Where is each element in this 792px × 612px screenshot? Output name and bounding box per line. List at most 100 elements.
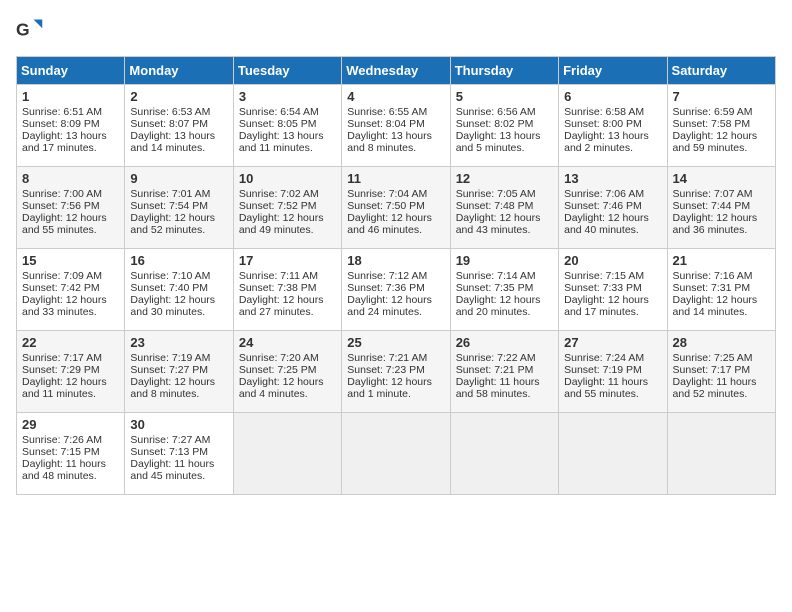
header-row: Sunday Monday Tuesday Wednesday Thursday… <box>17 57 776 85</box>
daylight: Daylight: 12 hours and 36 minutes. <box>673 212 758 236</box>
day-number: 11 <box>347 171 444 186</box>
calendar-cell: 6Sunrise: 6:58 AMSunset: 8:00 PMDaylight… <box>559 85 667 167</box>
calendar-cell: 10Sunrise: 7:02 AMSunset: 7:52 PMDayligh… <box>233 167 341 249</box>
calendar-cell: 29Sunrise: 7:26 AMSunset: 7:15 PMDayligh… <box>17 413 125 495</box>
day-number: 13 <box>564 171 661 186</box>
sunrise: Sunrise: 7:15 AM <box>564 270 644 282</box>
daylight: Daylight: 11 hours and 52 minutes. <box>673 376 757 400</box>
sunrise: Sunrise: 7:24 AM <box>564 352 644 364</box>
sunrise: Sunrise: 7:10 AM <box>130 270 210 282</box>
daylight: Daylight: 11 hours and 58 minutes. <box>456 376 540 400</box>
daylight: Daylight: 13 hours and 8 minutes. <box>347 130 432 154</box>
daylight: Daylight: 13 hours and 2 minutes. <box>564 130 649 154</box>
calendar-cell: 3Sunrise: 6:54 AMSunset: 8:05 PMDaylight… <box>233 85 341 167</box>
day-number: 12 <box>456 171 553 186</box>
day-number: 5 <box>456 89 553 104</box>
sunset: Sunset: 7:58 PM <box>673 118 751 130</box>
daylight: Daylight: 12 hours and 40 minutes. <box>564 212 649 236</box>
daylight: Daylight: 12 hours and 4 minutes. <box>239 376 324 400</box>
sunrise: Sunrise: 7:12 AM <box>347 270 427 282</box>
sunset: Sunset: 7:56 PM <box>22 200 100 212</box>
sunset: Sunset: 7:52 PM <box>239 200 317 212</box>
day-number: 3 <box>239 89 336 104</box>
calendar-cell: 13Sunrise: 7:06 AMSunset: 7:46 PMDayligh… <box>559 167 667 249</box>
calendar-week-5: 29Sunrise: 7:26 AMSunset: 7:15 PMDayligh… <box>17 413 776 495</box>
day-number: 7 <box>673 89 770 104</box>
daylight: Daylight: 13 hours and 11 minutes. <box>239 130 324 154</box>
sunrise: Sunrise: 7:25 AM <box>673 352 753 364</box>
daylight: Daylight: 12 hours and 14 minutes. <box>673 294 758 318</box>
calendar-cell: 25Sunrise: 7:21 AMSunset: 7:23 PMDayligh… <box>342 331 450 413</box>
sunset: Sunset: 7:48 PM <box>456 200 534 212</box>
sunrise: Sunrise: 7:20 AM <box>239 352 319 364</box>
calendar-cell <box>450 413 558 495</box>
day-number: 15 <box>22 253 119 268</box>
sunrise: Sunrise: 6:55 AM <box>347 106 427 118</box>
col-sunday: Sunday <box>17 57 125 85</box>
calendar-cell: 21Sunrise: 7:16 AMSunset: 7:31 PMDayligh… <box>667 249 775 331</box>
day-number: 4 <box>347 89 444 104</box>
sunrise: Sunrise: 7:14 AM <box>456 270 536 282</box>
calendar-cell: 4 Sunrise: 6:55 AMSunset: 8:04 PMDaylight… <box>342 85 450 167</box>
sunset: Sunset: 7:13 PM <box>130 446 208 458</box>
daylight: Daylight: 11 hours and 48 minutes. <box>22 458 106 482</box>
col-tuesday: Tuesday <box>233 57 341 85</box>
sunset: Sunset: 7:17 PM <box>673 364 751 376</box>
day-number: 22 <box>22 335 119 350</box>
daylight: Daylight: 12 hours and 24 minutes. <box>347 294 432 318</box>
sunrise: Sunrise: 6:58 AM <box>564 106 644 118</box>
calendar-cell: 20Sunrise: 7:15 AMSunset: 7:33 PMDayligh… <box>559 249 667 331</box>
daylight: Daylight: 12 hours and 33 minutes. <box>22 294 107 318</box>
daylight: Daylight: 11 hours and 45 minutes. <box>130 458 214 482</box>
sunrise: Sunrise: 7:16 AM <box>673 270 753 282</box>
sunrise: Sunrise: 7:01 AM <box>130 188 210 200</box>
sunset: Sunset: 7:29 PM <box>22 364 100 376</box>
sunrise: Sunrise: 7:05 AM <box>456 188 536 200</box>
col-friday: Friday <box>559 57 667 85</box>
calendar-cell <box>233 413 341 495</box>
calendar-cell: 28Sunrise: 7:25 AMSunset: 7:17 PMDayligh… <box>667 331 775 413</box>
daylight: Daylight: 11 hours and 55 minutes. <box>564 376 648 400</box>
calendar-table: Sunday Monday Tuesday Wednesday Thursday… <box>16 56 776 495</box>
sunset: Sunset: 7:31 PM <box>673 282 751 294</box>
day-number: 18 <box>347 253 444 268</box>
day-number: 20 <box>564 253 661 268</box>
sunset: Sunset: 8:04 PM <box>347 118 425 130</box>
calendar-week-1: 1Sunrise: 6:51 AMSunset: 8:09 PMDaylight… <box>17 85 776 167</box>
sunrise: Sunrise: 7:21 AM <box>347 352 427 364</box>
daylight: Daylight: 12 hours and 30 minutes. <box>130 294 215 318</box>
sunset: Sunset: 8:09 PM <box>22 118 100 130</box>
day-number: 23 <box>130 335 227 350</box>
calendar-cell: 14Sunrise: 7:07 AMSunset: 7:44 PMDayligh… <box>667 167 775 249</box>
sunset: Sunset: 8:02 PM <box>456 118 534 130</box>
calendar-cell: 17Sunrise: 7:11 AMSunset: 7:38 PMDayligh… <box>233 249 341 331</box>
sunrise: Sunrise: 7:27 AM <box>130 434 210 446</box>
sunrise: Sunrise: 6:54 AM <box>239 106 319 118</box>
col-monday: Monday <box>125 57 233 85</box>
sunset: Sunset: 7:19 PM <box>564 364 642 376</box>
sunset: Sunset: 7:50 PM <box>347 200 425 212</box>
sunrise: Sunrise: 7:26 AM <box>22 434 102 446</box>
daylight: Daylight: 12 hours and 52 minutes. <box>130 212 215 236</box>
sunrise: Sunrise: 7:11 AM <box>239 270 318 282</box>
calendar-week-4: 22Sunrise: 7:17 AMSunset: 7:29 PMDayligh… <box>17 331 776 413</box>
calendar-cell: 26Sunrise: 7:22 AMSunset: 7:21 PMDayligh… <box>450 331 558 413</box>
sunrise: Sunrise: 7:06 AM <box>564 188 644 200</box>
day-number: 30 <box>130 417 227 432</box>
calendar-cell: 15Sunrise: 7:09 AMSunset: 7:42 PMDayligh… <box>17 249 125 331</box>
daylight: Daylight: 12 hours and 20 minutes. <box>456 294 541 318</box>
calendar-week-3: 15Sunrise: 7:09 AMSunset: 7:42 PMDayligh… <box>17 249 776 331</box>
day-number: 24 <box>239 335 336 350</box>
daylight: Daylight: 13 hours and 5 minutes. <box>456 130 541 154</box>
daylight: Daylight: 12 hours and 27 minutes. <box>239 294 324 318</box>
logo-icon: G <box>16 16 44 44</box>
sunrise: Sunrise: 7:09 AM <box>22 270 102 282</box>
sunrise: Sunrise: 7:07 AM <box>673 188 753 200</box>
sunset: Sunset: 7:40 PM <box>130 282 208 294</box>
calendar-cell: 23Sunrise: 7:19 AMSunset: 7:27 PMDayligh… <box>125 331 233 413</box>
col-thursday: Thursday <box>450 57 558 85</box>
calendar-cell: 12Sunrise: 7:05 AMSunset: 7:48 PMDayligh… <box>450 167 558 249</box>
calendar-cell <box>559 413 667 495</box>
daylight: Daylight: 13 hours and 14 minutes. <box>130 130 215 154</box>
calendar-cell: 11Sunrise: 7:04 AMSunset: 7:50 PMDayligh… <box>342 167 450 249</box>
